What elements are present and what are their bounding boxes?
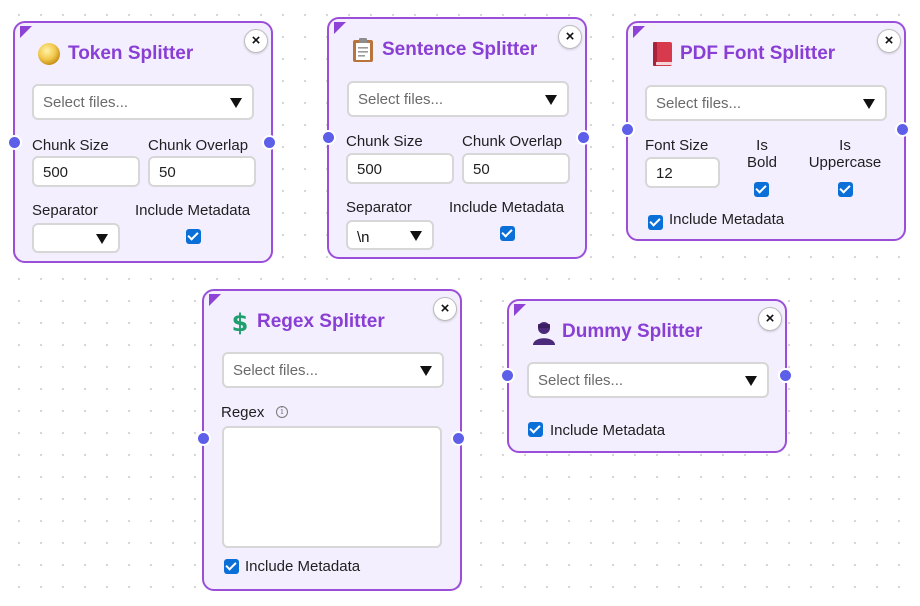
is-uppercase-label: Is Uppercase <box>800 137 890 171</box>
chevron-down-icon <box>410 231 422 241</box>
file-select-placeholder: Select files... <box>43 94 129 111</box>
node-corner-marker <box>633 26 645 38</box>
font-size-input[interactable]: 12 <box>645 157 720 188</box>
separator-value: \n <box>357 229 370 246</box>
is-bold-label-line1: Is <box>756 137 768 154</box>
separator-select[interactable] <box>32 223 120 253</box>
separator-label: Separator <box>346 199 412 216</box>
close-button[interactable]: × <box>877 29 901 53</box>
close-button[interactable]: × <box>758 307 782 331</box>
include-metadata-label: Include Metadata <box>245 558 361 575</box>
red-book-icon <box>653 42 672 66</box>
svg-text:$: $ <box>232 309 248 335</box>
node-corner-marker <box>514 304 526 316</box>
chunk-overlap-label: Chunk Overlap <box>462 133 563 150</box>
close-button[interactable]: × <box>558 25 582 49</box>
file-select-placeholder: Select files... <box>656 95 742 112</box>
separator-label: Separator <box>32 202 98 219</box>
is-uppercase-label-line2: Uppercase <box>808 154 882 171</box>
token-splitter-node[interactable]: × Token Splitter Select files... Chunk S… <box>13 21 273 263</box>
chunk-size-label: Chunk Size <box>346 133 423 150</box>
file-select-placeholder: Select files... <box>358 91 444 108</box>
node-title: Sentence Splitter <box>382 39 538 60</box>
file-select-placeholder: Select files... <box>538 372 624 389</box>
chunk-size-input[interactable]: 500 <box>32 156 140 187</box>
chevron-down-icon <box>545 95 557 105</box>
include-metadata-checkbox[interactable] <box>500 226 515 241</box>
file-select[interactable]: Select files... <box>645 85 887 121</box>
dollar-sign-icon: $ <box>232 309 248 335</box>
node-corner-marker <box>209 294 221 306</box>
file-select-placeholder: Select files... <box>233 362 319 379</box>
is-bold-label: Is Bold <box>732 137 792 171</box>
include-metadata-checkbox[interactable] <box>186 229 201 244</box>
output-port[interactable] <box>576 130 591 145</box>
clipboard-icon <box>353 38 373 62</box>
include-metadata-checkbox[interactable] <box>224 559 239 574</box>
chevron-down-icon <box>420 366 432 376</box>
dummy-splitter-node[interactable]: × Dummy Splitter Select files... Include… <box>507 299 787 453</box>
node-title: Dummy Splitter <box>562 321 703 342</box>
font-size-label: Font Size <box>645 137 709 154</box>
regex-splitter-node[interactable]: × $ Regex Splitter Select files... Regex… <box>202 289 462 591</box>
pdf-font-splitter-node[interactable]: × PDF Font Splitter Select files... Font… <box>626 21 906 241</box>
chunk-overlap-input[interactable]: 50 <box>148 156 256 187</box>
chunk-size-input[interactable]: 500 <box>346 153 454 184</box>
file-select[interactable]: Select files... <box>527 362 769 398</box>
node-title: Regex Splitter <box>257 311 385 332</box>
output-port[interactable] <box>451 431 466 446</box>
node-corner-marker <box>334 22 346 34</box>
is-uppercase-checkbox[interactable] <box>838 182 853 197</box>
file-select[interactable]: Select files... <box>347 81 569 117</box>
input-port[interactable] <box>7 135 22 150</box>
chunk-overlap-input[interactable]: 50 <box>462 153 570 184</box>
chevron-down-icon <box>745 376 757 386</box>
close-button[interactable]: × <box>244 29 268 53</box>
close-button[interactable]: × <box>433 297 457 321</box>
output-port[interactable] <box>262 135 277 150</box>
person-silhouette-icon <box>533 322 555 345</box>
node-title: PDF Font Splitter <box>680 43 836 64</box>
output-port[interactable] <box>895 122 910 137</box>
file-select[interactable]: Select files... <box>32 84 254 120</box>
include-metadata-checkbox[interactable] <box>528 422 543 437</box>
sentence-splitter-node[interactable]: × Sentence Splitter Select files... Chun… <box>327 17 587 259</box>
chunk-size-label: Chunk Size <box>32 137 109 154</box>
chevron-down-icon <box>96 234 108 244</box>
chevron-down-icon <box>230 98 242 108</box>
include-metadata-label: Include Metadata <box>135 202 251 219</box>
input-port[interactable] <box>500 368 515 383</box>
file-select[interactable]: Select files... <box>222 352 444 388</box>
is-uppercase-label-line1: Is <box>839 137 851 154</box>
input-port[interactable] <box>620 122 635 137</box>
include-metadata-label: Include Metadata <box>669 211 785 228</box>
coin-icon <box>38 43 60 65</box>
is-bold-label-line2: Bold <box>746 154 778 171</box>
include-metadata-checkbox[interactable] <box>648 215 663 230</box>
output-port[interactable] <box>778 368 793 383</box>
info-icon[interactable]: i <box>276 406 288 418</box>
regex-textarea[interactable] <box>222 426 442 548</box>
input-port[interactable] <box>196 431 211 446</box>
node-title: Token Splitter <box>68 43 194 64</box>
node-corner-marker <box>20 26 32 38</box>
regex-label: Regex <box>221 404 265 421</box>
separator-select[interactable]: \n <box>346 220 434 250</box>
is-bold-checkbox[interactable] <box>754 182 769 197</box>
chunk-overlap-label: Chunk Overlap <box>148 137 249 154</box>
include-metadata-label: Include Metadata <box>550 422 666 439</box>
include-metadata-label: Include Metadata <box>449 199 565 216</box>
input-port[interactable] <box>321 130 336 145</box>
chevron-down-icon <box>863 99 875 109</box>
